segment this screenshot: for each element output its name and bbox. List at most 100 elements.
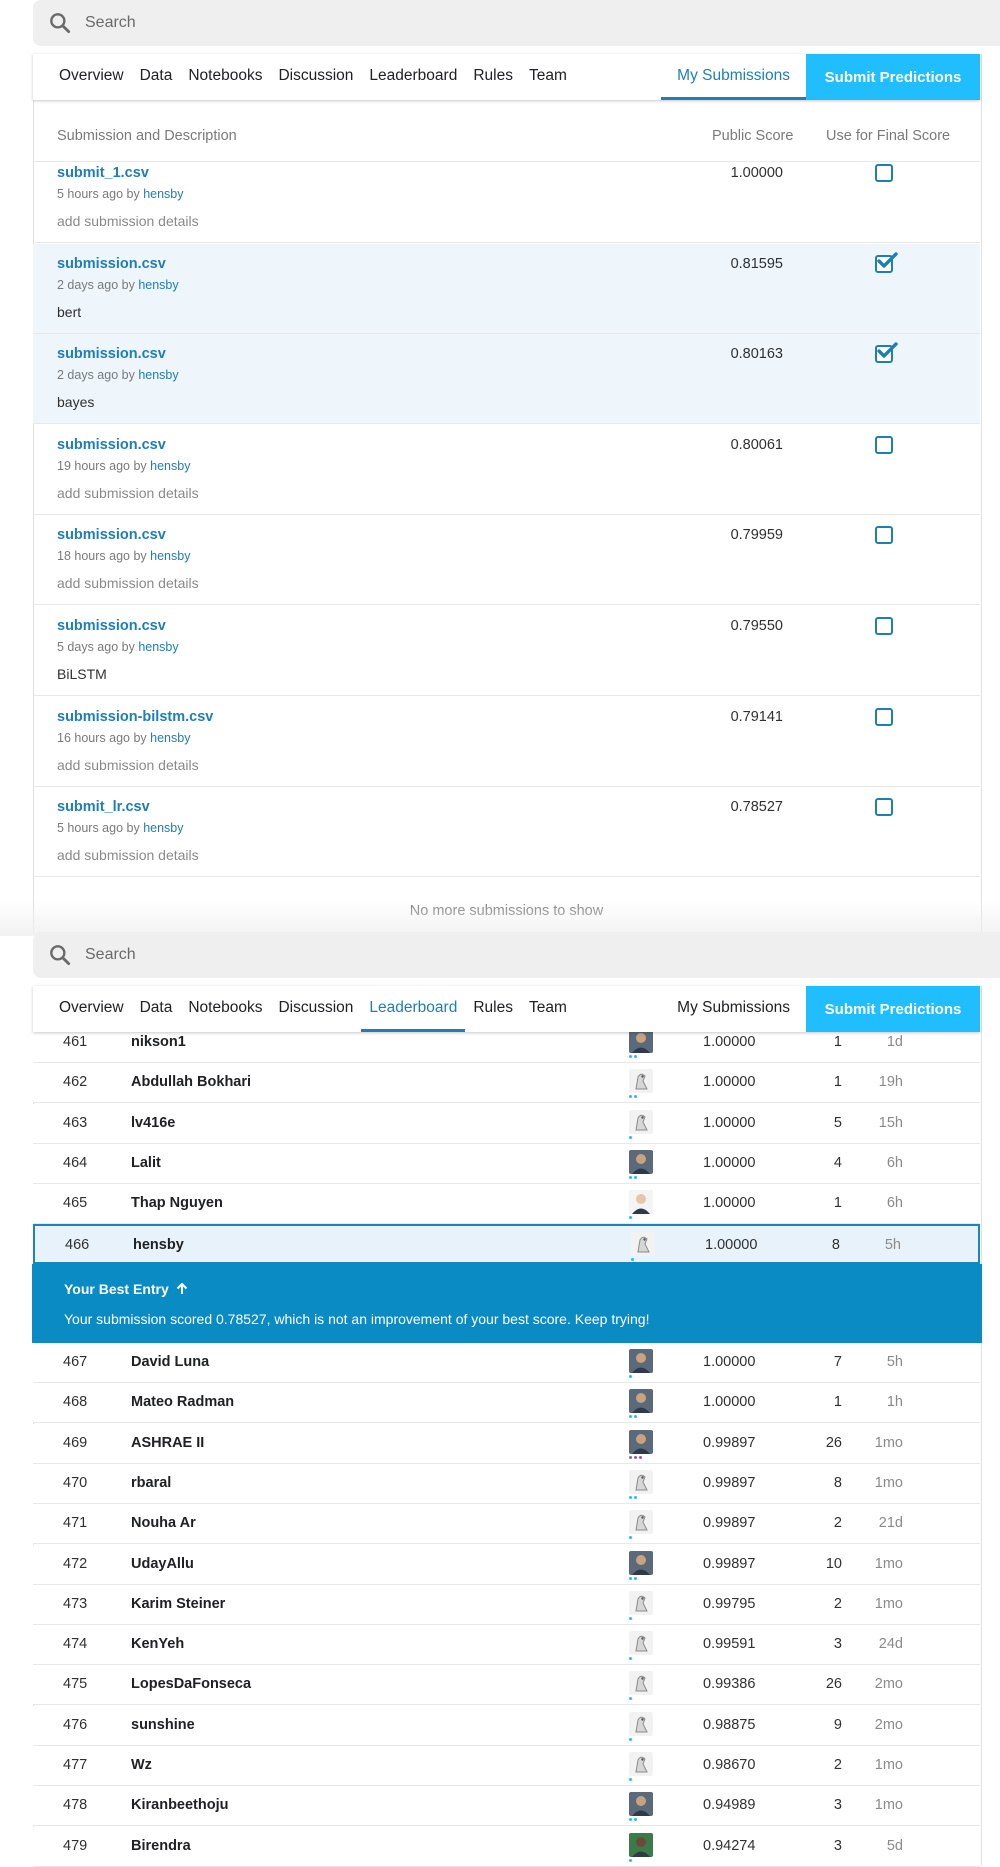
avatar[interactable] [629,1832,653,1857]
leaderboard-row[interactable]: 470 rbaral 0.99897 8 1mo [33,1463,980,1504]
tab-rules[interactable]: Rules [465,986,521,1032]
team-name-link[interactable]: Lalit [131,1155,161,1171]
final-score-checkbox[interactable] [875,798,893,817]
avatar[interactable] [629,1752,653,1776]
submission-user-link[interactable]: hensby [143,821,183,835]
avatar[interactable] [629,1029,653,1053]
leaderboard-row[interactable]: 463 lv416e 1.00000 5 15h [33,1103,980,1144]
leaderboard-row[interactable]: 472 UdayAllu 0.99897 10 1mo [33,1544,980,1585]
submission-description[interactable]: add submission details [57,847,199,863]
leaderboard-row[interactable]: 477 Wz 0.98670 2 1mo [33,1746,980,1786]
avatar[interactable] [631,1232,655,1256]
submit-predictions-button[interactable]: Submit Predictions [806,986,980,1032]
submission-description[interactable]: bert [57,304,81,320]
submission-description[interactable]: bayes [57,394,94,410]
team-name-link[interactable]: LopesDaFonseca [131,1676,251,1692]
submission-user-link[interactable]: hensby [143,187,183,201]
submission-file-link[interactable]: submission.csv [57,437,166,453]
search-input[interactable]: Search [85,14,136,32]
avatar[interactable] [629,1389,653,1414]
leaderboard-row[interactable]: 464 Lalit 1.00000 4 6h [33,1143,980,1184]
submission-file-link[interactable]: submission.csv [57,527,166,543]
submission-description[interactable]: add submission details [57,575,199,591]
tab-data[interactable]: Data [132,986,181,1032]
leaderboard-row[interactable]: 474 KenYeh 0.99591 3 24d [33,1625,980,1666]
leaderboard-row[interactable]: 476 sunshine 0.98875 9 2mo [33,1705,980,1746]
leaderboard-row[interactable]: 478 Kiranbeethoju 0.94989 3 1mo [33,1786,980,1827]
avatar[interactable] [629,1510,653,1535]
tab-team[interactable]: Team [521,986,575,1032]
search-bar-2[interactable]: Search [33,932,1000,978]
avatar[interactable] [629,1469,653,1494]
submission-user-link[interactable]: hensby [150,459,190,473]
tab-overview[interactable]: Overview [51,54,132,100]
tab-team[interactable]: Team [521,54,575,100]
team-name-link[interactable]: Kiranbeethoju [131,1797,228,1813]
submission-file-link[interactable]: submit_lr.csv [57,799,150,815]
tab-rules[interactable]: Rules [465,54,521,100]
tab-data[interactable]: Data [132,54,181,100]
team-name-link[interactable]: KenYeh [131,1636,184,1652]
leaderboard-row-me[interactable]: 466 hensby 1.00000 8 5h [33,1224,980,1264]
tab-my-submissions[interactable]: My Submissions [661,986,806,1032]
team-name-link[interactable]: UdayAllu [131,1556,194,1572]
avatar[interactable] [629,1631,653,1656]
submission-user-link[interactable]: hensby [138,278,178,292]
leaderboard-row[interactable]: 471 Nouha Ar 0.99897 2 21d [33,1504,980,1545]
avatar[interactable] [629,1349,653,1373]
submission-file-link[interactable]: submit_1.csv [57,165,149,181]
final-score-checkbox[interactable] [875,164,893,182]
avatar[interactable] [629,1792,653,1817]
leaderboard-row[interactable]: 479 Birendra 0.94274 3 5d [33,1826,980,1867]
team-name-link[interactable]: lv416e [131,1115,175,1131]
team-name-link[interactable]: ASHRAE II [131,1435,204,1451]
search-input[interactable]: Search [85,946,136,964]
submission-description[interactable]: add submission details [57,485,199,501]
team-name-link[interactable]: hensby [133,1237,184,1253]
team-name-link[interactable]: nikson1 [131,1034,186,1050]
leaderboard-row[interactable]: 467 David Luna 1.00000 7 5h [33,1343,980,1383]
leaderboard-row[interactable]: 465 Thap Nguyen 1.00000 1 6h [33,1184,980,1225]
avatar[interactable] [629,1711,653,1736]
avatar[interactable] [629,1550,653,1575]
final-score-checkbox[interactable] [875,435,893,454]
submission-description[interactable]: BiLSTM [57,666,107,682]
avatar[interactable] [629,1109,653,1134]
submission-description[interactable]: add submission details [57,213,199,229]
tab-notebooks[interactable]: Notebooks [180,54,270,100]
tab-overview[interactable]: Overview [51,986,132,1032]
submit-predictions-button[interactable]: Submit Predictions [806,54,980,100]
team-name-link[interactable]: Karim Steiner [131,1596,225,1612]
team-name-link[interactable]: Nouha Ar [131,1515,196,1531]
tab-my-submissions[interactable]: My Submissions [661,54,806,100]
submission-user-link[interactable]: hensby [150,731,190,745]
submission-description[interactable]: add submission details [57,757,199,773]
team-name-link[interactable]: sunshine [131,1717,195,1733]
avatar[interactable] [629,1069,653,1094]
final-score-checkbox[interactable] [875,251,898,273]
leaderboard-row[interactable]: 462 Abdullah Bokhari 1.00000 1 19h [33,1063,980,1104]
avatar[interactable] [629,1149,653,1174]
team-name-link[interactable]: Wz [131,1757,152,1773]
leaderboard-row[interactable]: 475 LopesDaFonseca 0.99386 26 2mo [33,1665,980,1706]
leaderboard-row[interactable]: 468 Mateo Radman 1.00000 1 1h [33,1383,980,1424]
tab-discussion[interactable]: Discussion [270,54,361,100]
search-bar[interactable]: Search [33,0,1000,46]
avatar[interactable] [629,1671,653,1696]
submission-file-link[interactable]: submission-bilstm.csv [57,709,213,725]
team-name-link[interactable]: Thap Nguyen [131,1195,223,1211]
final-score-checkbox[interactable] [875,707,893,726]
final-score-checkbox[interactable] [875,617,893,635]
leaderboard-row[interactable]: 473 Karim Steiner 0.99795 2 1mo [33,1584,980,1625]
avatar[interactable] [629,1190,653,1215]
team-name-link[interactable]: Birendra [131,1838,191,1854]
final-score-checkbox[interactable] [875,526,893,545]
submission-user-link[interactable]: hensby [150,549,190,563]
submission-user-link[interactable]: hensby [138,640,178,654]
submission-file-link[interactable]: submission.csv [57,256,166,272]
avatar[interactable] [629,1590,653,1615]
team-name-link[interactable]: Abdullah Bokhari [131,1074,251,1090]
final-score-checkbox[interactable] [875,342,898,364]
team-name-link[interactable]: rbaral [131,1475,171,1491]
avatar[interactable] [629,1429,653,1454]
